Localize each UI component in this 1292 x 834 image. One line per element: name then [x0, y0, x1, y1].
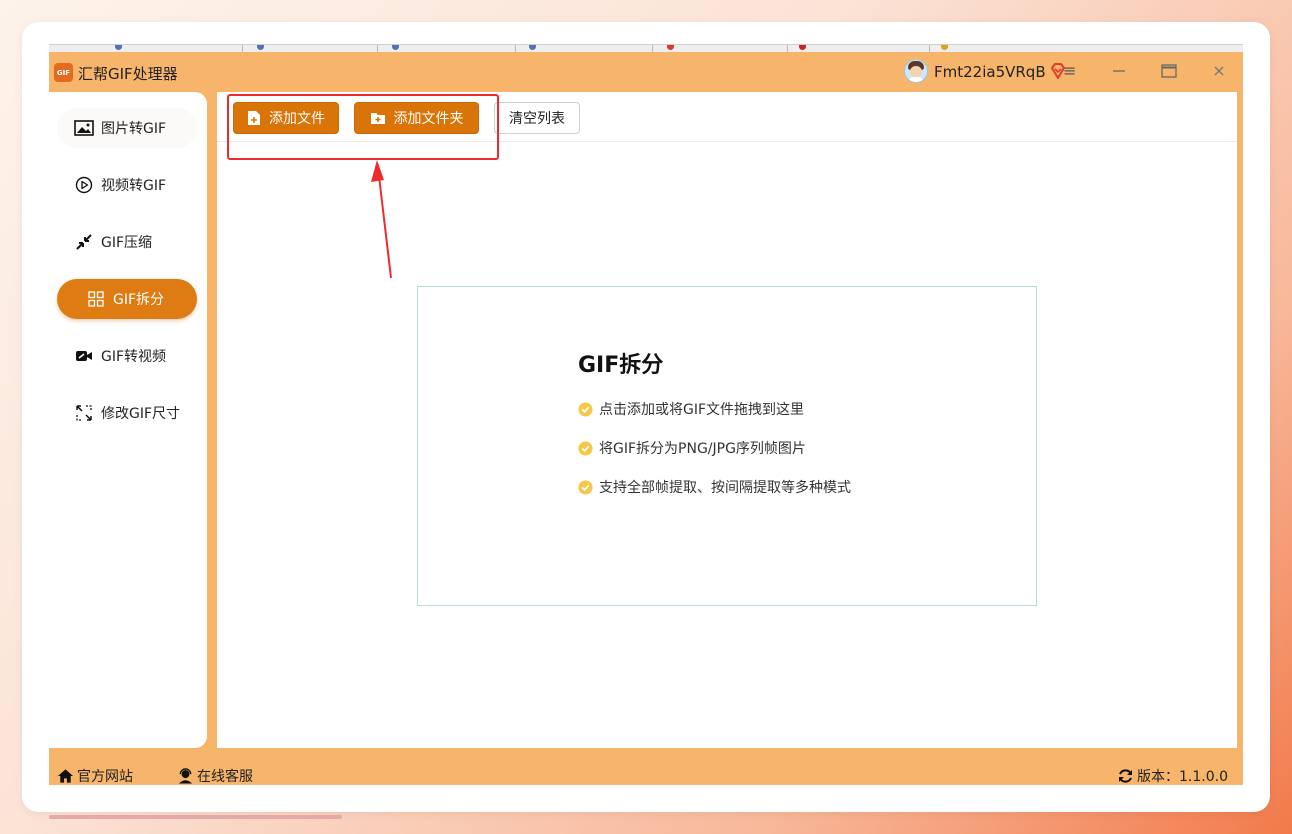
sidebar-item-image-to-gif[interactable]: 图片转GIF [57, 108, 197, 148]
check-circle-icon [578, 401, 593, 417]
sidebar-item-gif-to-video[interactable]: GIF转视频 [57, 336, 197, 376]
split-grid-icon [85, 290, 107, 308]
resize-icon [73, 404, 95, 422]
sidebar-item-label: GIF转视频 [101, 349, 167, 365]
main-panel: 添加文件 添加文件夹 清空列表 GIF拆分 点击添加或将GIF文件拖拽到这里 将… [217, 92, 1237, 748]
add-folder-icon [370, 113, 385, 124]
image-icon [73, 119, 95, 137]
file-drop-zone[interactable]: GIF拆分 点击添加或将GIF文件拖拽到这里 将GIF拆分为PNG/JPG序列帧… [417, 286, 1037, 606]
drop-zone-hint: 将GIF拆分为PNG/JPG序列帧图片 [578, 438, 806, 458]
video-camera-icon [73, 347, 95, 365]
minimize-icon [1113, 70, 1125, 72]
username[interactable]: Fmt22ia5VRqB [934, 63, 1046, 81]
background-browser-tabs [49, 44, 1243, 52]
drop-zone-hint-text: 将GIF拆分为PNG/JPG序列帧图片 [599, 441, 806, 457]
online-support-link[interactable]: 在线客服 [177, 766, 253, 786]
close-button[interactable] [1204, 58, 1234, 84]
title-bar: GIF 汇帮GIF处理器 Fmt22ia5VRqB ≡ [49, 52, 1243, 92]
toolbar-divider [217, 141, 1237, 142]
drop-zone-hint-text: 支持全部帧提取、按间隔提取等多种模式 [599, 480, 851, 496]
play-icon [73, 176, 95, 194]
minimize-button[interactable] [1104, 58, 1134, 84]
drop-zone-hint: 支持全部帧提取、按间隔提取等多种模式 [578, 477, 851, 497]
check-circle-icon [578, 479, 593, 495]
user-avatar[interactable] [904, 59, 928, 83]
check-circle-icon [578, 440, 593, 456]
app-window: GIF 汇帮GIF处理器 Fmt22ia5VRqB ≡ 图片转GIF 视频转GI… [49, 52, 1243, 785]
drop-zone-title: GIF拆分 [578, 353, 664, 378]
add-file-label: 添加文件 [269, 111, 325, 127]
refresh-icon [1119, 769, 1132, 783]
version-info[interactable]: 版本：1.1.0.0 [1117, 766, 1228, 786]
sidebar-item-label: 修改GIF尺寸 [101, 406, 181, 422]
official-website-link[interactable]: 官方网站 [57, 766, 133, 786]
maximize-icon [1161, 64, 1177, 78]
add-file-button[interactable]: 添加文件 [233, 102, 339, 134]
sidebar-item-label: GIF压缩 [101, 235, 153, 251]
clear-list-button[interactable]: 清空列表 [494, 102, 580, 134]
app-title: 汇帮GIF处理器 [78, 65, 178, 83]
home-icon [57, 769, 74, 783]
menu-icon[interactable]: ≡ [1063, 62, 1076, 80]
sidebar-item-gif-compress[interactable]: GIF压缩 [57, 222, 197, 262]
add-folder-label: 添加文件夹 [393, 111, 464, 127]
sidebar-item-label: 视频转GIF [101, 178, 167, 194]
horizontal-scrollbar[interactable] [49, 815, 342, 819]
drop-zone-hint: 点击添加或将GIF文件拖拽到这里 [578, 399, 804, 419]
maximize-button[interactable] [1154, 58, 1184, 84]
app-logo: GIF [54, 63, 73, 82]
sidebar: 图片转GIF 视频转GIF GIF压缩 GIF拆分 GIF转视频 修改GIF尺寸 [49, 92, 207, 748]
sidebar-item-label: GIF拆分 [113, 292, 165, 308]
close-icon [1214, 66, 1224, 76]
support-agent-icon [178, 768, 193, 784]
status-footer: 官方网站 在线客服 版本：1.1.0.0 [49, 758, 1243, 785]
official-website-label: 官方网站 [77, 769, 133, 785]
clear-list-label: 清空列表 [509, 111, 565, 127]
sidebar-item-video-to-gif[interactable]: 视频转GIF [57, 165, 197, 205]
drop-zone-hint-text: 点击添加或将GIF文件拖拽到这里 [599, 402, 805, 418]
add-file-icon [248, 111, 260, 125]
annotation-arrow [371, 160, 392, 279]
online-support-label: 在线客服 [197, 769, 253, 785]
sidebar-item-gif-split[interactable]: GIF拆分 [57, 279, 197, 319]
version-label: 版本：1.1.0.0 [1137, 769, 1228, 785]
sidebar-item-label: 图片转GIF [101, 121, 167, 137]
compress-icon [73, 233, 95, 251]
sidebar-item-resize-gif[interactable]: 修改GIF尺寸 [57, 393, 197, 433]
add-folder-button[interactable]: 添加文件夹 [354, 102, 479, 134]
